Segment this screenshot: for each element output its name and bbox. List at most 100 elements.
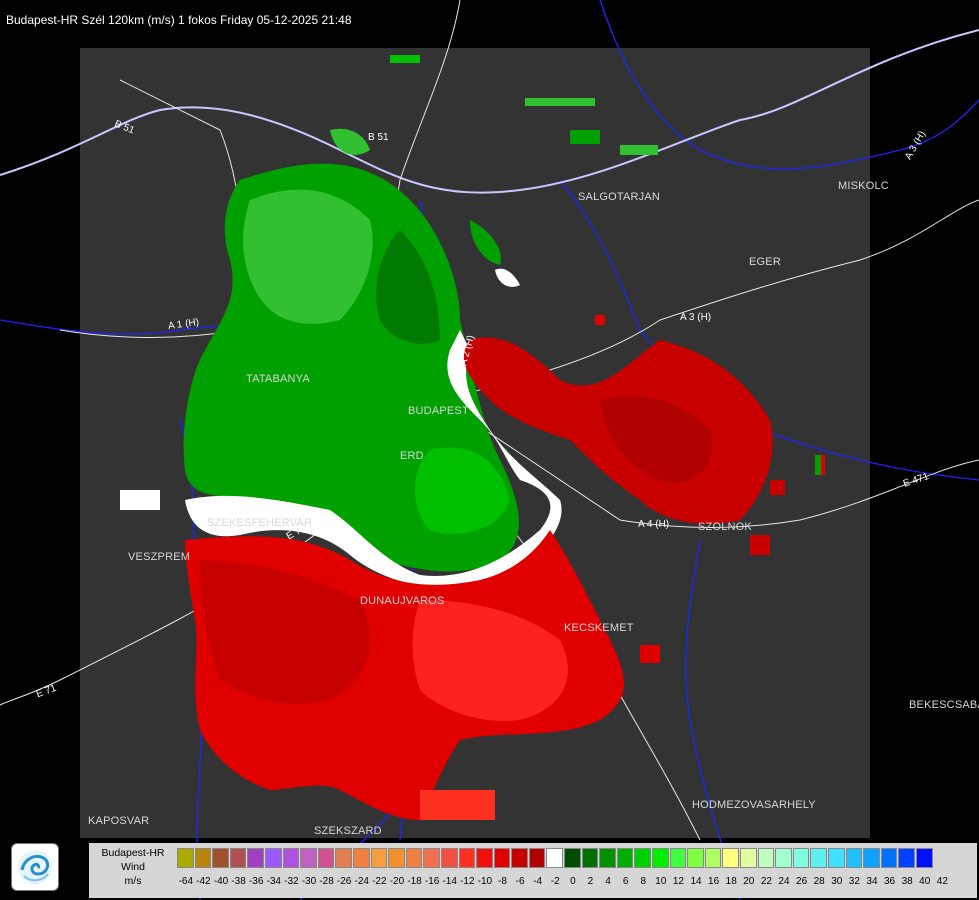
legend-swatch <box>616 848 634 868</box>
legend-tick-label: 24 <box>778 876 790 887</box>
city-label: HODMEZOVASARHELY <box>692 799 816 811</box>
city-label: BUDAPEST <box>408 405 469 417</box>
legend-unit: m/s <box>124 875 142 887</box>
legend-swatch <box>335 848 352 868</box>
legend-tick-label: 12 <box>672 876 684 887</box>
legend-tick-label: 36 <box>883 876 896 887</box>
legend-tick-label: -2 <box>550 876 560 887</box>
legend-swatch <box>722 848 739 868</box>
legend-swatch <box>405 848 423 868</box>
road-label: B 51 <box>368 132 389 143</box>
city-label: MISKOLC <box>838 180 889 192</box>
legend-swatch <box>352 848 370 868</box>
legend-swatch <box>317 848 335 868</box>
legend-swatch <box>863 848 880 868</box>
legend-swatch <box>599 848 616 868</box>
legend-tick-label: -18 <box>407 876 422 887</box>
legend-swatch <box>581 848 599 868</box>
legend-swatch <box>740 848 757 868</box>
legend-tick-label: -8 <box>498 876 507 887</box>
legend-tick-label: 28 <box>813 876 825 887</box>
legend-swatch <box>423 848 440 868</box>
legend-swatch <box>194 848 212 868</box>
legend-tick-label: 18 <box>725 876 737 887</box>
legend-swatch <box>915 848 933 868</box>
legend-tick-label: 38 <box>901 876 913 887</box>
legend-swatch <box>898 848 915 868</box>
city-label: EGER <box>749 256 781 268</box>
city-label: KAPOSVAR <box>88 815 150 827</box>
legend-swatch <box>546 848 564 868</box>
legend-swatch <box>792 848 810 868</box>
legend-tick-label: -28 <box>319 876 334 887</box>
legend-tick-label: -38 <box>231 876 246 887</box>
legend-tick-label: -14 <box>442 876 457 887</box>
road-label: A 3 (H) <box>680 312 712 323</box>
radar-map <box>0 0 979 900</box>
legend-ticks: -64 -42 -40 -38 -36 -34 -32 -30 -28 -26 -24 -22 -20-… <box>177 876 951 890</box>
legend-swatch <box>757 848 775 868</box>
legend-tick-label: 0 <box>570 876 576 887</box>
legend-swatch <box>687 848 704 868</box>
city-label: KECSKEMET <box>564 622 634 634</box>
legend-swatch <box>669 848 687 868</box>
city-label: ERD <box>400 450 424 462</box>
legend-tick-label: -24 <box>354 876 369 887</box>
legend-swatch <box>528 848 546 868</box>
legend-tick-label: -64 <box>178 876 194 887</box>
city-label: SALGOTARJAN <box>578 191 661 203</box>
legend-swatch <box>564 848 581 868</box>
legend-swatch <box>845 848 863 868</box>
city-label: SZEKSZARD <box>314 825 382 837</box>
legend-tick-label: 20 <box>743 876 755 887</box>
legend-tick-label: 14 <box>690 876 702 887</box>
omsz-logo <box>11 843 59 891</box>
legend-tick-label: 32 <box>848 876 860 887</box>
legend-tick-label: 40 <box>919 876 931 887</box>
legend-tick-label: -34 <box>266 876 281 887</box>
legend-tick-label: -30 <box>301 876 317 887</box>
right-blip-red <box>821 455 825 475</box>
legend-swatch <box>247 848 264 868</box>
legend-tick-label: 42 <box>936 876 948 887</box>
city-label: VESZPREM <box>128 551 191 563</box>
legend-tick-label: -36 <box>248 876 264 887</box>
legend-tick-label: 30 <box>831 876 843 887</box>
legend-tick-label: -42 <box>196 876 211 887</box>
legend-tick-label: -6 <box>515 876 525 887</box>
legend-swatch <box>476 848 493 868</box>
legend-swatch <box>440 848 458 868</box>
legend-quantity: Wind <box>121 861 145 873</box>
legend-tick-label: -10 <box>477 876 493 887</box>
legend-swatch <box>212 848 229 868</box>
legend-swatch <box>458 848 476 868</box>
road-label: A 4 (H) <box>638 519 670 530</box>
legend-tick-label: 2 <box>587 876 594 887</box>
city-label: DUNAUJVAROS <box>360 595 445 607</box>
legend-tick-label: -26 <box>336 876 352 887</box>
legend-tick-label: 16 <box>708 876 720 887</box>
legend-tick-label: 26 <box>796 876 808 887</box>
legend-tick-label: -4 <box>533 876 543 887</box>
legend-tick-label: 10 <box>655 876 667 887</box>
legend-swatches <box>177 848 934 868</box>
legend-swatch <box>652 848 669 868</box>
legend-swatch <box>634 848 652 868</box>
color-legend: Budapest-HR Wind m/s -64 -42 -40 -38 -36 -34-… <box>89 843 977 898</box>
legend-tick-label: -16 <box>424 876 440 887</box>
city-label: BEKESCSABA <box>909 699 979 711</box>
legend-swatch <box>704 848 722 868</box>
legend-tick-label: -20 <box>389 876 405 887</box>
legend-tick-label: -12 <box>460 876 475 887</box>
right-blip-green <box>815 455 821 475</box>
legend-title: Budapest-HR Wind m/s <box>91 846 175 888</box>
legend-swatch <box>229 848 247 868</box>
city-label: TATABANYA <box>246 373 310 385</box>
legend-tick-label: 6 <box>622 876 629 887</box>
legend-tick-label: 8 <box>640 876 647 887</box>
legend-tick-label: -32 <box>284 876 299 887</box>
legend-swatch <box>388 848 405 868</box>
legend-tick-label: 34 <box>866 876 878 887</box>
legend-swatch <box>810 848 827 868</box>
legend-swatch <box>827 848 845 868</box>
